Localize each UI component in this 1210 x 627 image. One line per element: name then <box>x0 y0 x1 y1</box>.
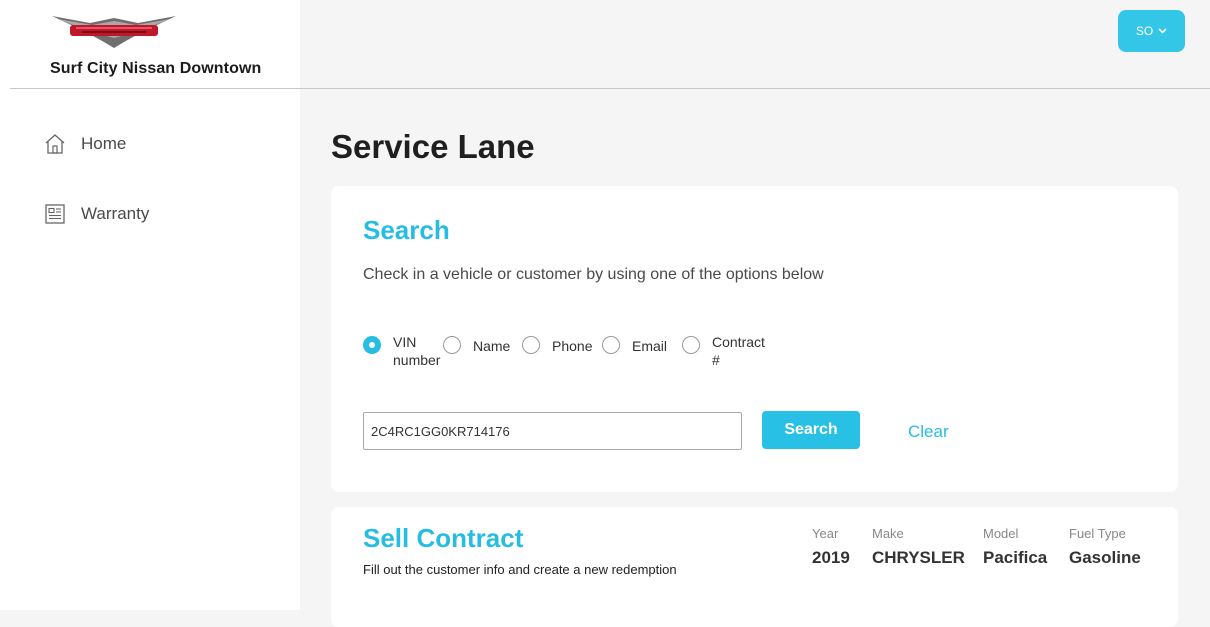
dealer-name: Surf City Nissan Downtown <box>50 60 262 77</box>
user-menu-button[interactable]: SO <box>1118 10 1185 52</box>
chevron-down-icon <box>1158 28 1167 34</box>
sidebar-item-home[interactable]: Home <box>44 133 126 155</box>
radio-button[interactable] <box>682 336 700 354</box>
search-input[interactable] <box>363 412 742 450</box>
radio-phone[interactable]: Phone <box>522 336 592 355</box>
sell-contract-heading: Sell Contract <box>363 523 524 553</box>
radio-label: Phone <box>552 338 593 354</box>
header-divider <box>10 88 1210 89</box>
radio-button[interactable] <box>443 336 461 354</box>
radio-label: VIN number <box>393 334 441 368</box>
radio-contract-number[interactable]: Contract # <box>682 334 765 369</box>
vehicle-model: Model Pacifica <box>983 526 1048 567</box>
user-initials: SO <box>1135 24 1154 38</box>
vehicle-make: Make CHRYSLER <box>872 526 965 567</box>
radio-label: Contract # <box>712 334 765 368</box>
radio-label: Name <box>473 338 511 354</box>
sidebar-item-label: Warranty <box>81 204 150 223</box>
sidebar-item-warranty[interactable]: Warranty <box>44 203 149 225</box>
sell-contract-card[interactable]: Sell Contract Fill out the customer info… <box>331 507 1178 627</box>
vehicle-year: Year 2019 <box>812 526 850 567</box>
search-card: Search Check in a vehicle or customer by… <box>331 186 1178 492</box>
clear-link[interactable]: Clear <box>908 422 949 442</box>
radio-button-checked[interactable] <box>363 336 381 354</box>
radio-button[interactable] <box>522 336 540 354</box>
radio-label: Email <box>632 338 668 354</box>
radio-email[interactable]: Email <box>602 336 667 355</box>
radio-button[interactable] <box>602 336 620 354</box>
dealer-logo <box>52 16 176 48</box>
document-icon <box>45 204 65 224</box>
home-icon <box>45 134 65 154</box>
radio-vin-number[interactable]: VIN number <box>363 334 441 369</box>
page-title: Service Lane <box>331 128 535 165</box>
sidebar <box>0 0 300 610</box>
radio-name[interactable]: Name <box>443 336 510 355</box>
search-button[interactable]: Search <box>762 411 860 449</box>
sidebar-item-label: Home <box>81 134 127 153</box>
sell-contract-description: Fill out the customer info and create a … <box>363 562 677 577</box>
vehicle-fuel-type: Fuel Type Gasoline <box>1069 526 1141 567</box>
search-description: Check in a vehicle or customer by using … <box>363 266 824 283</box>
search-heading: Search <box>363 215 450 245</box>
